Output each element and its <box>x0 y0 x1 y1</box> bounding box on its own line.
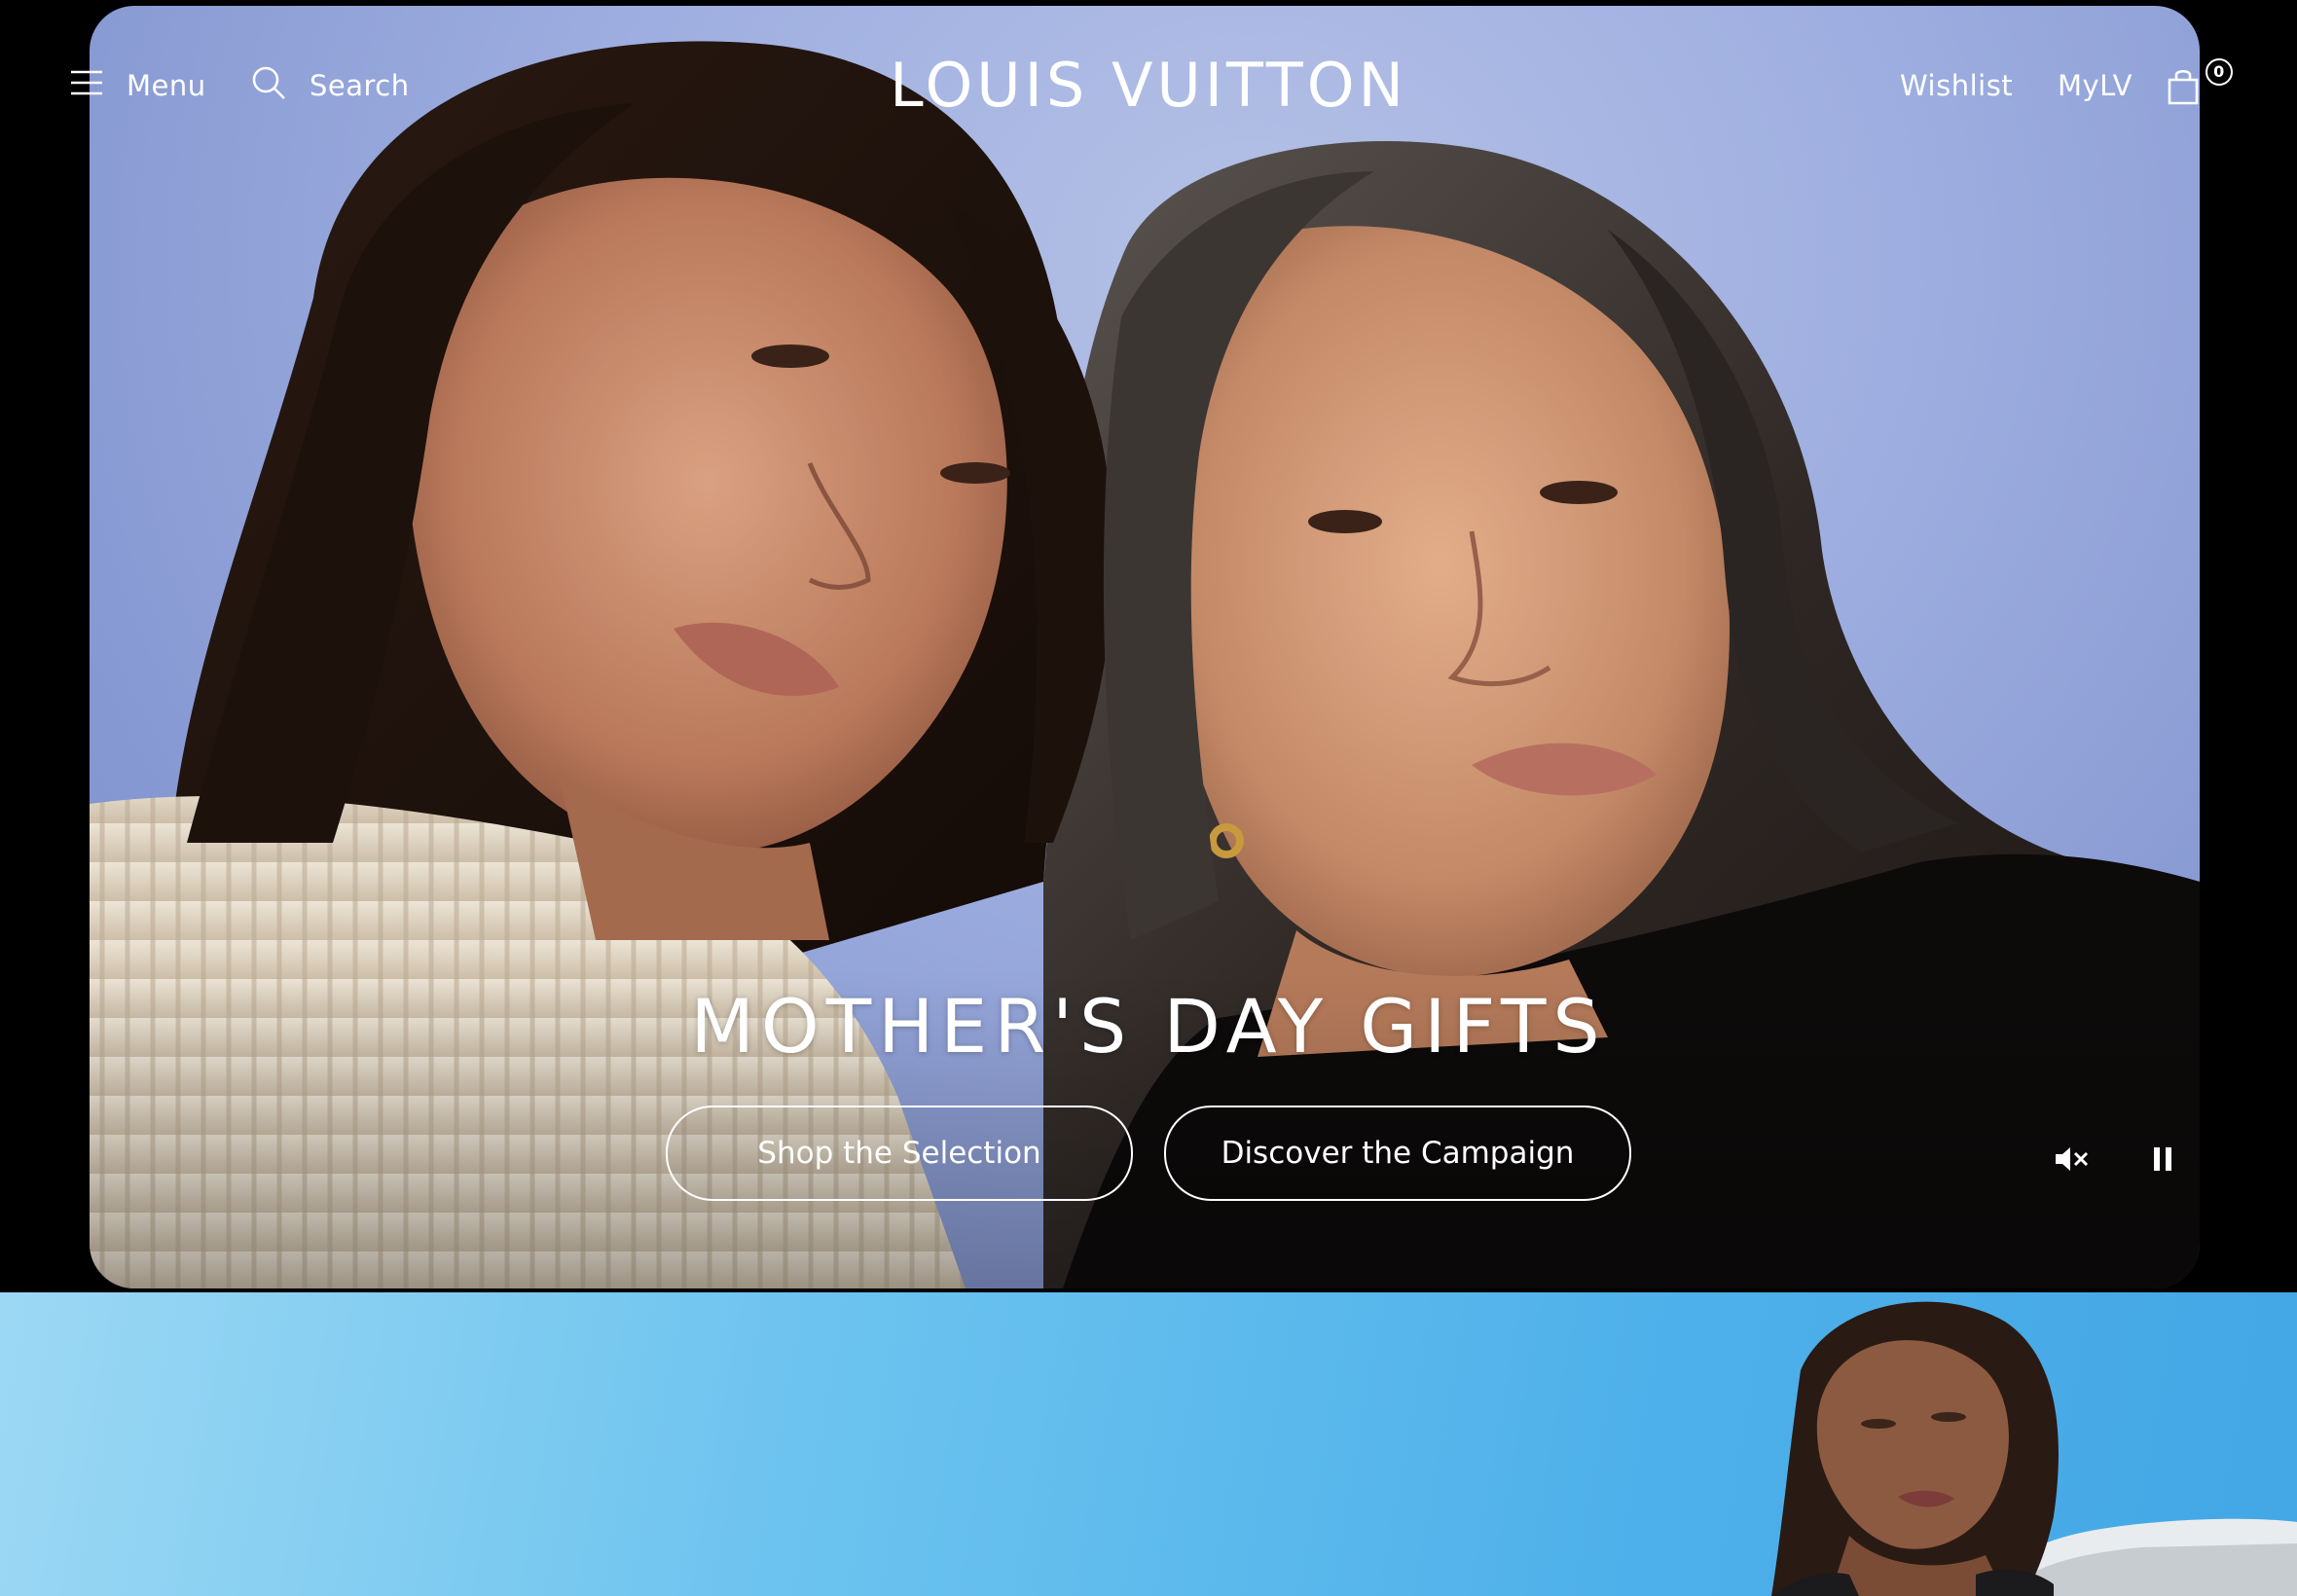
mylv-label: MyLV <box>2058 69 2133 102</box>
wishlist-label: Wishlist <box>1900 69 2014 102</box>
hero-video-section: Menu Search LOUIS VUITTON Wishlist MyLV <box>0 0 2297 1292</box>
page: Menu Search LOUIS VUITTON Wishlist MyLV <box>0 0 2297 1596</box>
hero-campaign-image <box>90 6 2200 1288</box>
search-label: Search <box>310 69 410 102</box>
campaign-section <box>0 1292 2297 1596</box>
pause-icon <box>2152 1145 2173 1177</box>
shopping-bag-button[interactable]: 0 <box>2167 58 2233 113</box>
search-icon <box>251 65 286 107</box>
shopping-bag-icon <box>2167 66 2200 112</box>
mylv-link[interactable]: MyLV <box>2058 62 2133 109</box>
speaker-muted-icon <box>2054 1144 2089 1178</box>
hero-video-frame <box>90 6 2200 1288</box>
discover-campaign-button[interactable]: Discover the Campaign <box>1164 1106 1631 1201</box>
bag-count-badge: 0 <box>2206 58 2233 86</box>
hero-title: MOTHER'S DAY GIFTS <box>690 983 1607 1070</box>
pause-button[interactable] <box>2141 1141 2184 1181</box>
hamburger-icon <box>70 69 103 103</box>
wishlist-link[interactable]: Wishlist <box>1900 62 2013 109</box>
mute-button[interactable] <box>2050 1141 2093 1181</box>
brand-logo[interactable]: LOUIS VUITTON <box>857 51 1440 121</box>
menu-button[interactable]: Menu <box>70 62 206 109</box>
site-header: Menu Search LOUIS VUITTON Wishlist MyLV <box>0 0 2297 175</box>
campaign-image[interactable] <box>0 1292 2297 1596</box>
shop-selection-button[interactable]: Shop the Selection <box>666 1106 1133 1201</box>
menu-label: Menu <box>127 69 206 102</box>
search-button[interactable]: Search <box>251 62 410 109</box>
